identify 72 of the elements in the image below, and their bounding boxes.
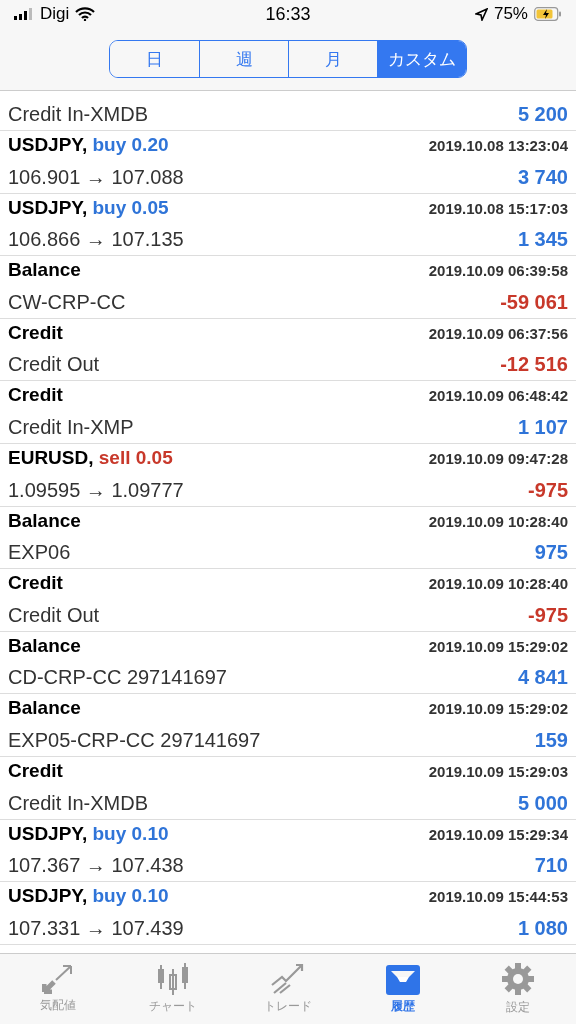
profit-amount: 975 — [534, 541, 568, 565]
carrier-name: Digi — [40, 4, 70, 24]
entry-time: 2019.10.09 15:29:34 — [428, 825, 568, 843]
entry-time: 2019.10.09 15:29:02 — [428, 700, 568, 718]
entry-details: Credit Out — [8, 603, 100, 627]
profit-amount: 3 740 — [517, 165, 568, 189]
profit-amount: 4 841 — [517, 666, 568, 690]
entry-title: EURUSD, sell 0.05 — [8, 446, 173, 469]
settings-icon — [501, 962, 536, 996]
entry-time: 2019.10.09 10:28:40 — [428, 575, 568, 593]
entry-details: Credit In-XMP — [8, 415, 134, 439]
location-arrow-icon — [474, 7, 488, 21]
entry-details: EXP06 — [8, 541, 71, 565]
entry-details: 107.331 → 107.439 — [8, 916, 184, 940]
candlestick-icon — [155, 963, 190, 995]
entry-time: 2019.10.09 09:47:28 — [428, 449, 568, 467]
entry-title: Balance — [8, 259, 81, 282]
battery-charging-icon — [534, 7, 562, 21]
profit-amount: 5 000 — [517, 791, 568, 815]
nav-tab[interactable]: 気配値 — [0, 954, 116, 1024]
entry-details: 106.866 → 107.135 — [8, 228, 184, 252]
entry-details: Credit In-XMDB — [8, 791, 149, 815]
profit-amount: 710 — [534, 854, 568, 878]
inbox-tray-icon — [385, 963, 422, 995]
nav-tab[interactable]: 履歴 — [345, 954, 461, 1024]
nav-tab[interactable]: 設定 — [460, 954, 576, 1024]
profit-amount: -975 — [527, 603, 568, 627]
entry-details: 107.367 → 107.438 — [8, 854, 184, 878]
entry-title: USDJPY, buy 0.10 — [8, 822, 169, 845]
entry-time: 2019.10.09 15:29:03 — [428, 762, 568, 780]
entry-details: EXP05-CRP-CC 297141697 — [8, 728, 261, 752]
entry-title: Credit — [8, 321, 63, 344]
clock-time: 16:33 — [265, 3, 311, 25]
arrows-icon — [41, 964, 74, 994]
entry-title: USDJPY, buy 0.10 — [8, 885, 169, 908]
entry-time: 2019.10.08 15:17:03 — [428, 199, 568, 217]
entry-title: Balance — [8, 509, 81, 532]
entry-title: USDJPY, buy 0.20 — [8, 134, 169, 156]
profit-amount: 5 200 — [517, 103, 568, 126]
trend-arrow-icon — [270, 963, 306, 995]
entry-time: 2019.10.08 13:23:04 — [428, 137, 568, 154]
entry-time: 2019.10.09 06:39:58 — [428, 262, 568, 280]
nav-tab[interactable]: チャート — [115, 954, 231, 1024]
profit-amount: 1 107 — [517, 415, 568, 439]
entry-time: 2019.10.09 06:48:42 — [428, 387, 568, 405]
entry-time: 2019.10.09 10:28:40 — [428, 512, 568, 530]
entry-details: Credit In-XMDB — [8, 103, 149, 126]
entry-details: CW-CRP-CC — [8, 290, 126, 314]
nav-tab[interactable]: トレード — [230, 954, 346, 1024]
entry-title: USDJPY, buy 0.05 — [8, 196, 169, 219]
entry-details: CD-CRP-CC 297141697 — [8, 666, 227, 690]
profit-amount: -975 — [527, 478, 568, 502]
period-tab[interactable]: カスタム — [377, 41, 466, 77]
profit-amount: -59 061 — [500, 290, 568, 314]
entry-title: Balance — [8, 697, 81, 720]
entry-time: 2019.10.09 15:29:02 — [428, 637, 568, 655]
profit-amount: 1 345 — [517, 228, 568, 252]
entry-title: Credit — [8, 384, 63, 407]
entry-title: Credit — [8, 572, 63, 595]
profit-amount: 1 080 — [517, 916, 568, 940]
entry-time: 2019.10.09 06:37:56 — [428, 324, 568, 342]
entry-details: 106.901 → 107.088 — [8, 165, 184, 189]
entry-title: Credit — [8, 759, 63, 782]
signal-icon — [14, 8, 34, 20]
entry-title: Balance — [8, 634, 81, 657]
profit-amount: -12 516 — [500, 353, 568, 377]
entry-details: 1.09595 → 1.09777 — [8, 478, 184, 502]
entry-time: 2019.10.09 15:44:53 — [428, 888, 568, 906]
battery-percent: 75% — [493, 4, 528, 24]
profit-amount: 159 — [534, 728, 568, 752]
wifi-icon — [75, 7, 96, 21]
entry-details: Credit Out — [8, 353, 100, 377]
